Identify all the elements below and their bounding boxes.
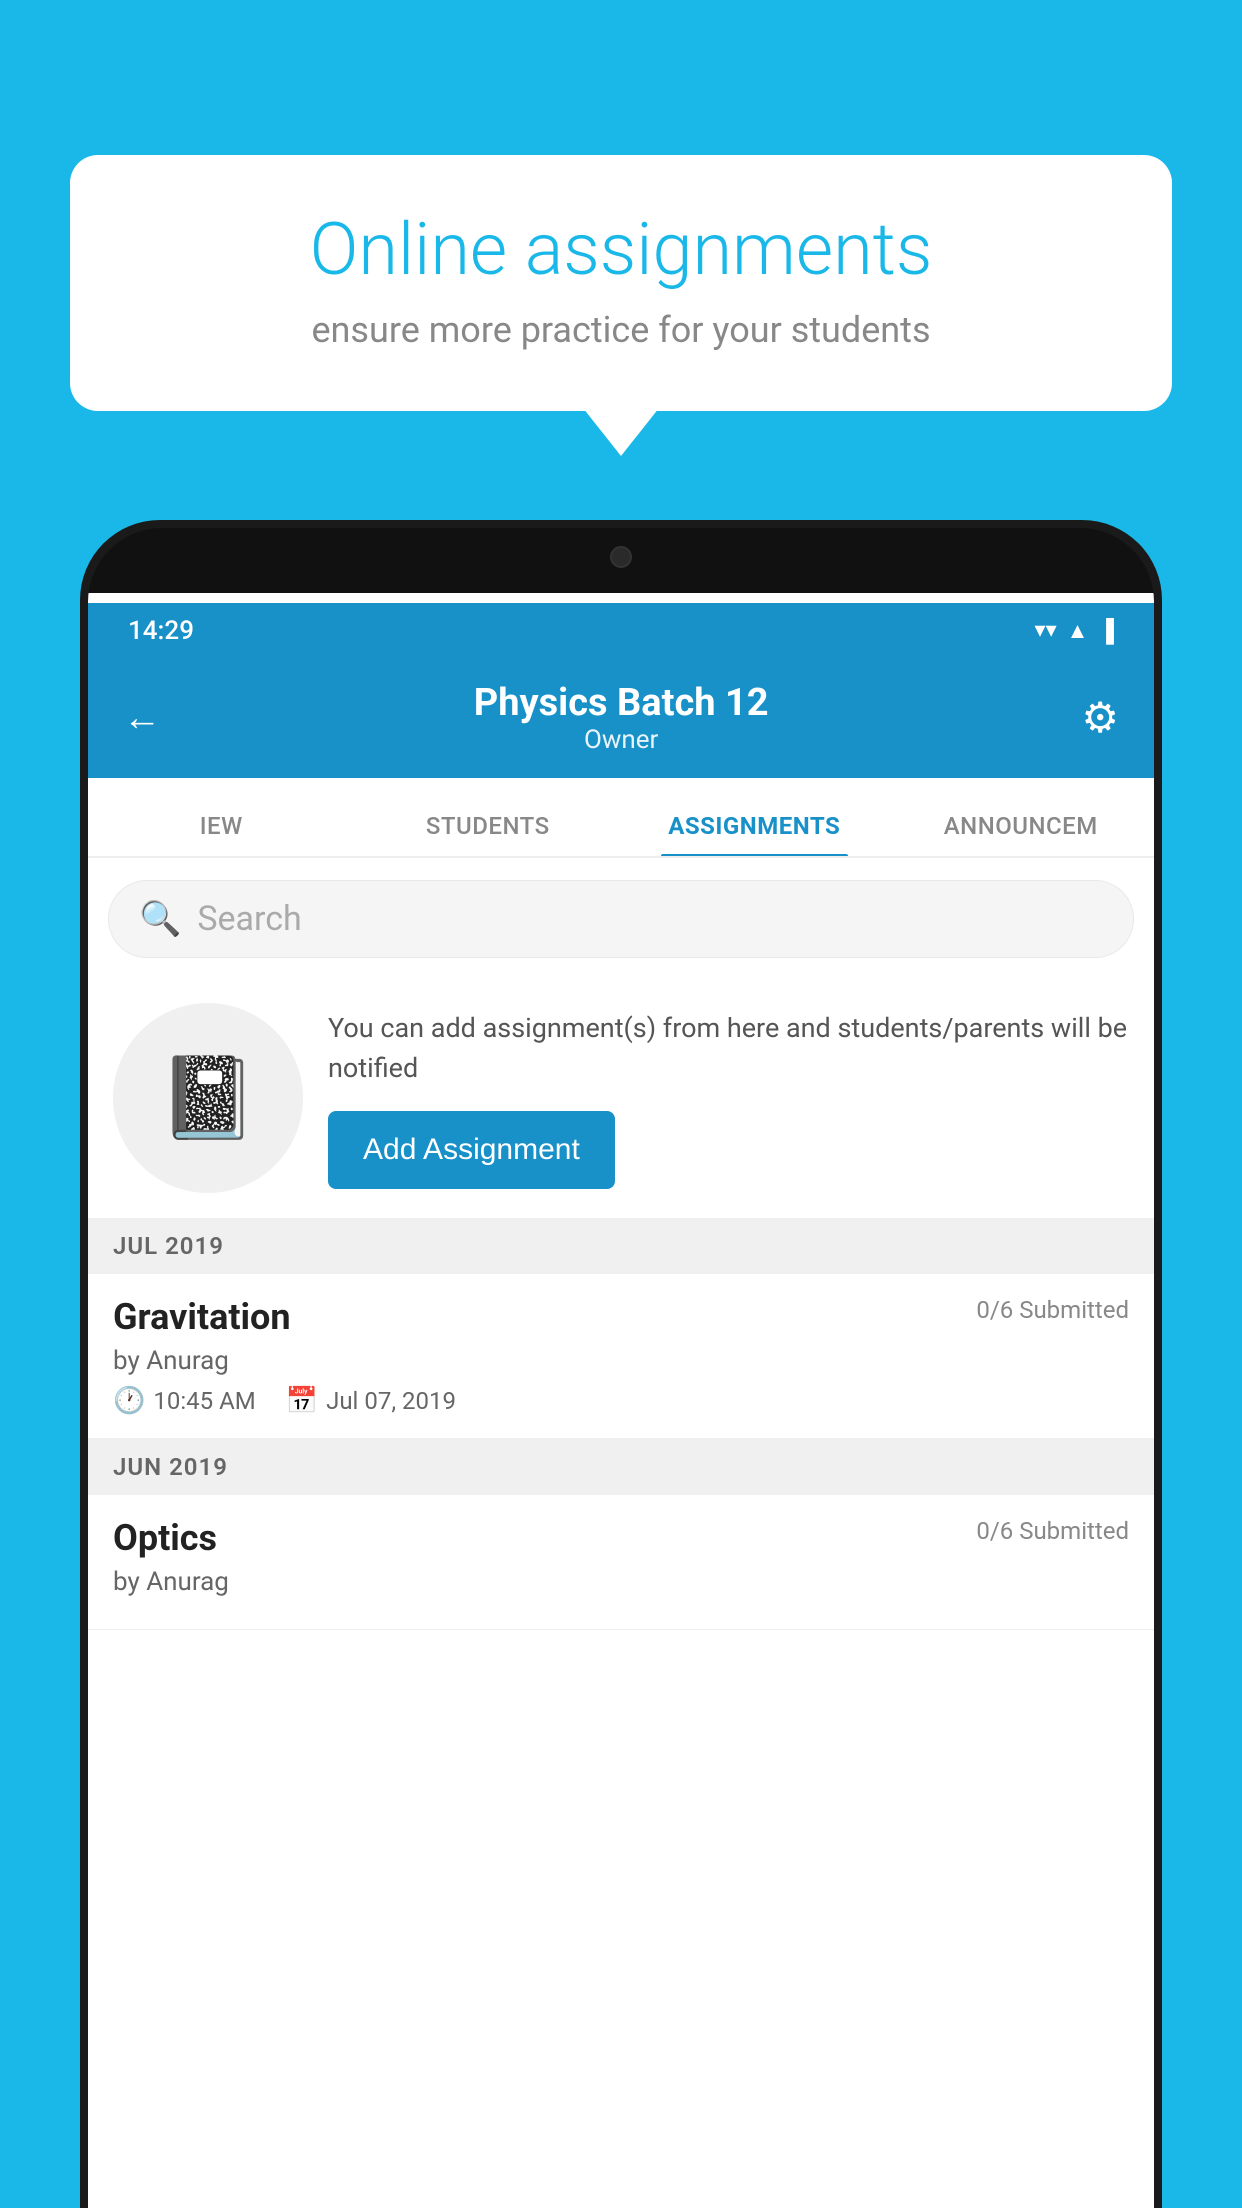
assignment-author-gravitation: by Anurag (113, 1346, 1129, 1376)
status-time: 14:29 (128, 616, 194, 646)
phone-inner: 14:29 ▾▾ ▲ ▐ ← Physics Batch 12 Owner ⚙ … (88, 528, 1154, 2208)
assignment-title-gravitation: Gravitation (113, 1296, 291, 1338)
phone-screen: 14:29 ▾▾ ▲ ▐ ← Physics Batch 12 Owner ⚙ … (88, 593, 1154, 2208)
tab-assignments[interactable]: ASSIGNMENTS (621, 812, 888, 856)
promo-text-section: You can add assignment(s) from here and … (328, 1008, 1129, 1189)
tab-iew[interactable]: IEW (88, 812, 355, 856)
assignment-time-value: 10:45 AM (153, 1387, 255, 1415)
calendar-icon: 📅 (286, 1386, 318, 1416)
assignment-submitted-optics: 0/6 Submitted (976, 1517, 1129, 1545)
app-bar-title: Physics Batch 12 (474, 681, 769, 725)
assignment-top-row-optics: Optics 0/6 Submitted (113, 1517, 1129, 1559)
speech-bubble-subtitle: ensure more practice for your students (130, 309, 1112, 351)
phone-notch (541, 528, 701, 583)
battery-icon: ▐ (1098, 618, 1114, 644)
section-header-jul: JUL 2019 (88, 1218, 1154, 1274)
notebook-icon: 📓 (158, 1051, 258, 1145)
status-icons: ▾▾ ▲ ▐ (1035, 618, 1114, 644)
assignment-item-gravitation[interactable]: Gravitation 0/6 Submitted by Anurag 🕐 10… (88, 1274, 1154, 1439)
app-bar-title-container: Physics Batch 12 Owner (474, 681, 769, 755)
speech-bubble-title: Online assignments (130, 210, 1112, 289)
assignment-top-row: Gravitation 0/6 Submitted (113, 1296, 1129, 1338)
signal-icon: ▲ (1067, 618, 1089, 644)
assignment-submitted-gravitation: 0/6 Submitted (976, 1296, 1129, 1324)
assignment-time-gravitation: 🕐 10:45 AM (113, 1386, 256, 1416)
assignment-date-value: Jul 07, 2019 (326, 1387, 456, 1415)
speech-bubble-container: Online assignments ensure more practice … (70, 155, 1172, 411)
promo-description: You can add assignment(s) from here and … (328, 1008, 1129, 1089)
status-bar: 14:29 ▾▾ ▲ ▐ (88, 603, 1154, 658)
phone-frame: 14:29 ▾▾ ▲ ▐ ← Physics Batch 12 Owner ⚙ … (80, 520, 1162, 2208)
app-bar: ← Physics Batch 12 Owner ⚙ (88, 658, 1154, 778)
assignment-item-optics[interactable]: Optics 0/6 Submitted by Anurag (88, 1495, 1154, 1630)
add-assignment-button[interactable]: Add Assignment (328, 1111, 615, 1189)
app-bar-subtitle: Owner (474, 725, 769, 755)
promo-section: 📓 You can add assignment(s) from here an… (88, 978, 1154, 1218)
promo-icon-circle: 📓 (113, 1003, 303, 1193)
camera (610, 546, 632, 568)
assignment-author-optics: by Anurag (113, 1567, 1129, 1597)
tab-announcements[interactable]: ANNOUNCEM (888, 812, 1155, 856)
wifi-icon: ▾▾ (1035, 618, 1057, 643)
assignment-date-gravitation: 📅 Jul 07, 2019 (286, 1386, 456, 1416)
search-icon: 🔍 (139, 899, 181, 939)
search-bar[interactable]: 🔍 Search (108, 880, 1134, 958)
section-header-jun: JUN 2019 (88, 1439, 1154, 1495)
content-area: 🔍 Search 📓 You can add assignment(s) fro… (88, 860, 1154, 2208)
back-button[interactable]: ← (123, 696, 161, 740)
assignment-meta-gravitation: 🕐 10:45 AM 📅 Jul 07, 2019 (113, 1386, 1129, 1416)
tabs-container: IEW STUDENTS ASSIGNMENTS ANNOUNCEM (88, 778, 1154, 858)
clock-icon: 🕐 (113, 1386, 145, 1416)
settings-icon[interactable]: ⚙ (1081, 693, 1119, 743)
tab-students[interactable]: STUDENTS (355, 812, 622, 856)
assignment-title-optics: Optics (113, 1517, 217, 1559)
speech-bubble: Online assignments ensure more practice … (70, 155, 1172, 411)
search-placeholder: Search (197, 899, 301, 939)
